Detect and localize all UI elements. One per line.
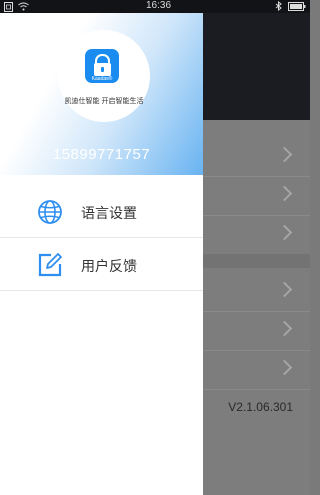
background-divider [203, 254, 310, 268]
chevron-right-icon [276, 146, 293, 163]
menu-item-feedback[interactable]: 用户反馈 [0, 238, 203, 291]
background-list-row [203, 176, 310, 216]
user-phone[interactable]: 15899771757 [0, 146, 203, 163]
chevron-right-icon [276, 320, 293, 337]
chevron-right-icon [276, 281, 293, 298]
chevron-right-icon [276, 224, 293, 241]
edit-icon [38, 253, 62, 277]
background-list-row [203, 311, 310, 351]
background-list-row [203, 350, 310, 390]
drawer-header: Kaadas® 凯迪仕智能 开启智能生活 15899771757 [0, 13, 203, 175]
battery-icon [288, 1, 306, 11]
logo-badge: Kaadas® 凯迪仕智能 开启智能生活 [58, 30, 150, 122]
menu-item-language[interactable]: 语言设置 [0, 185, 203, 238]
chevron-right-icon [276, 185, 293, 202]
background-list-row [203, 215, 310, 255]
wifi-icon [18, 2, 29, 11]
background-list-row [203, 272, 310, 312]
bluetooth-icon [275, 1, 282, 11]
lock-icon: Kaadas® [85, 49, 119, 83]
globe-icon [38, 200, 62, 224]
status-time: 16:36 [146, 0, 172, 11]
sim-icon [4, 1, 13, 12]
status-bar: 16:36 [0, 0, 310, 13]
menu-item-label: 用户反馈 [81, 258, 137, 274]
chevron-right-icon [276, 359, 293, 376]
version-label: V2.1.06.301 [228, 400, 293, 414]
app-icon-text: Kaadas® [91, 76, 113, 82]
slogan: 凯迪仕智能 开启智能生活 [64, 98, 144, 105]
background-list-row [203, 137, 310, 177]
menu-item-label: 语言设置 [81, 205, 137, 221]
navigation-drawer: Kaadas® 凯迪仕智能 开启智能生活 15899771757 语言设置 用户… [0, 13, 203, 495]
